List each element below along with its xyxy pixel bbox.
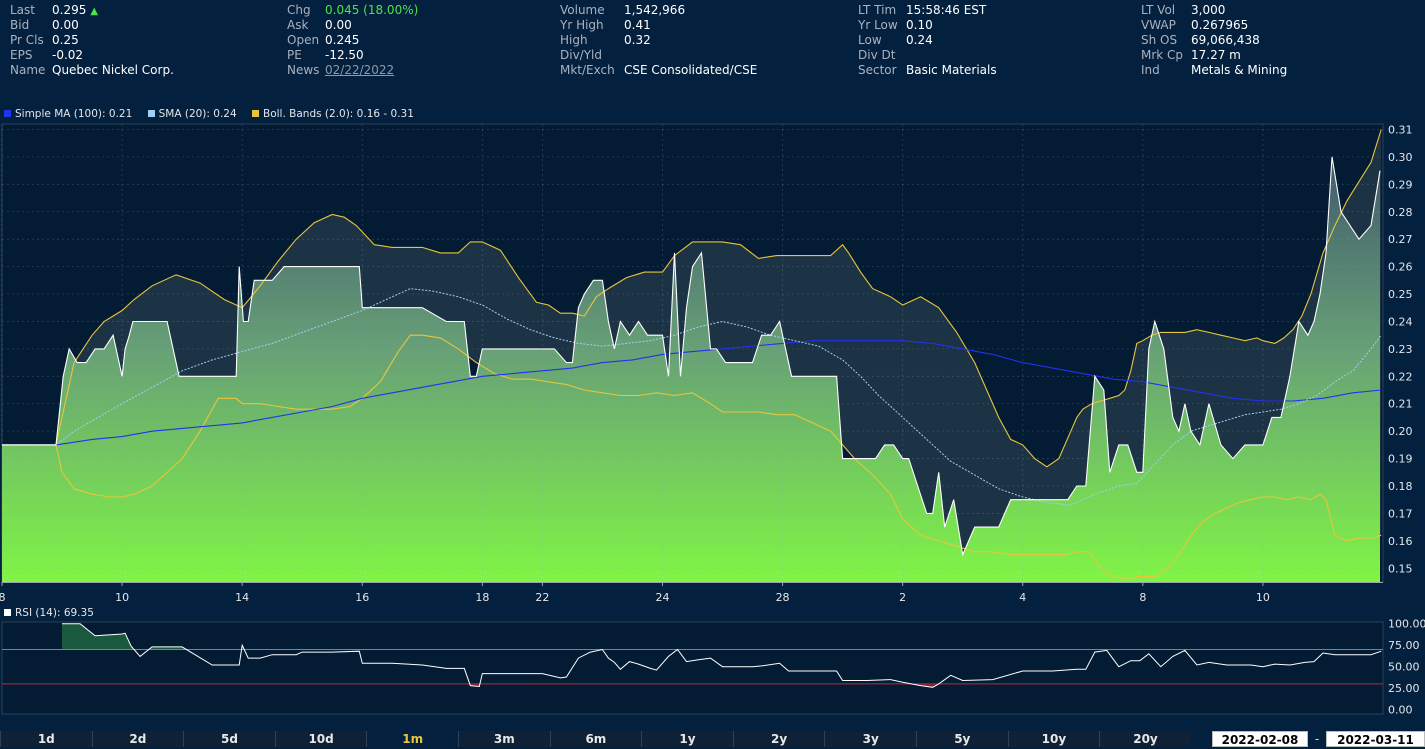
x-tick-label: 28 — [776, 591, 790, 604]
rsi-y-tick-label: 0.00 — [1388, 704, 1413, 717]
range-button-20y[interactable]: 20y — [1099, 731, 1191, 747]
range-button-3m[interactable]: 3m — [458, 731, 550, 747]
date-to-input[interactable]: 2022-03-11 — [1326, 731, 1425, 747]
y-tick-label: 0.24 — [1388, 315, 1413, 328]
x-tick-label: 10 — [115, 591, 129, 604]
chart-canvas[interactable]: 0.31 0.30 0.29 0.28 0.27 0.26 0.25 0.24 0.23 0.22… — [0, 0, 1425, 731]
date-separator: - — [1314, 732, 1320, 746]
rsi-y-tick-label: 25.00 — [1388, 682, 1420, 695]
range-button-2d[interactable]: 2d — [91, 731, 184, 747]
x-tick-label: 14 — [235, 591, 249, 604]
rsi-plot-area — [1, 621, 1384, 715]
y-tick-label: 0.15 — [1388, 562, 1413, 575]
x-tick-label: 8 — [1139, 591, 1146, 604]
y-tick-label: 0.18 — [1388, 480, 1413, 493]
y-tick-label: 0.21 — [1388, 398, 1413, 411]
y-tick-label: 0.30 — [1388, 151, 1413, 164]
y-tick-label: 0.17 — [1388, 507, 1413, 520]
rsi-y-tick-label: 75.00 — [1388, 639, 1420, 652]
range-button-10d[interactable]: 10d — [274, 731, 367, 747]
range-button-1d[interactable]: 1d — [0, 731, 92, 747]
rsi-chart[interactable]: 100.00 75.00 50.00 25.00 0.00 — [1, 618, 1425, 717]
y-tick-label: 0.19 — [1388, 453, 1413, 466]
range-selector-bar: 2022-02-08 - 2022-03-11 1d 2d 5d 10d 1m 3m 6m 1… — [0, 731, 1425, 747]
y-tick-label: 0.26 — [1388, 261, 1413, 274]
date-from-input[interactable]: 2022-02-08 — [1212, 731, 1308, 747]
price-chart[interactable]: 0.31 0.30 0.29 0.28 0.27 0.26 0.25 0.24 0.23 0.22… — [0, 123, 1413, 604]
x-tick-label: 10 — [1256, 591, 1270, 604]
rsi-y-tick-label: 100.00 — [1388, 618, 1425, 631]
y-tick-label: 0.22 — [1388, 370, 1413, 383]
x-tick-label: 8 — [0, 591, 6, 604]
x-tick-label: 22 — [535, 591, 549, 604]
rsi-y-tick-label: 50.00 — [1388, 661, 1420, 674]
range-button-2y[interactable]: 2y — [732, 731, 825, 747]
x-tick-label: 16 — [355, 591, 369, 604]
y-tick-label: 0.28 — [1388, 206, 1413, 219]
y-tick-label: 0.23 — [1388, 343, 1413, 356]
y-tick-label: 0.16 — [1388, 535, 1413, 548]
range-button-1y[interactable]: 1y — [641, 731, 733, 747]
x-tick-label: 4 — [1019, 591, 1026, 604]
range-button-1m[interactable]: 1m — [366, 731, 458, 747]
range-button-6m[interactable]: 6m — [549, 731, 642, 747]
y-tick-label: 0.20 — [1388, 425, 1413, 438]
y-tick-label: 0.25 — [1388, 288, 1413, 301]
y-tick-label: 0.27 — [1388, 233, 1413, 246]
range-button-5d[interactable]: 5d — [183, 731, 275, 747]
range-button-10y[interactable]: 10y — [1007, 731, 1100, 747]
x-tick-label: 2 — [899, 591, 906, 604]
y-tick-label: 0.31 — [1388, 123, 1413, 136]
x-tick-label: 24 — [655, 591, 669, 604]
range-button-5y[interactable]: 5y — [916, 731, 1008, 747]
range-button-3y[interactable]: 3y — [824, 731, 916, 747]
x-tick-label: 18 — [475, 591, 489, 604]
y-tick-label: 0.29 — [1388, 178, 1413, 191]
